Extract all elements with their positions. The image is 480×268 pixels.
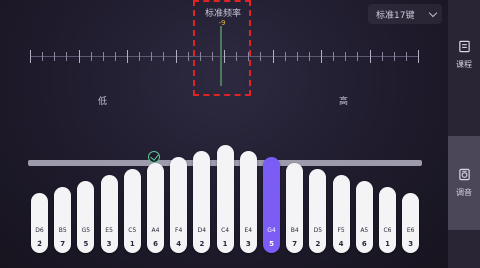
- key-solfa-label: 6: [361, 240, 367, 248]
- chevron-down-icon: [428, 8, 438, 17]
- key-solfa-label: 2: [315, 240, 321, 248]
- key-note-label: E5: [105, 227, 113, 234]
- key-note-label: C4: [221, 227, 230, 234]
- tuning-select-value: 标准17键: [376, 10, 415, 21]
- key-solfa-label: 3: [106, 240, 112, 248]
- key-note-label: E6: [406, 227, 415, 234]
- ruler-tick: [139, 52, 141, 61]
- course-label: 课程: [456, 60, 472, 69]
- key-solfa-label: 3: [245, 240, 251, 248]
- needle-highlight-box: [193, 0, 251, 96]
- kalimba-key-b4[interactable]: B4 7: [286, 163, 304, 253]
- ruler-tick: [54, 52, 56, 61]
- key-note-label: F5: [337, 227, 345, 234]
- tuned-check-icon: [148, 151, 160, 163]
- kalimba-key-g5[interactable]: G5 5: [77, 181, 95, 253]
- kalimba-key-c6[interactable]: C6 1: [379, 187, 396, 253]
- ruler-tick: [333, 52, 335, 61]
- ruler-tick: [308, 52, 310, 61]
- ruler-tick: [418, 50, 419, 63]
- kalimba-key-e6[interactable]: E6 3: [402, 193, 420, 253]
- key-solfa-label: 4: [176, 240, 182, 248]
- key-note-label: G4: [267, 227, 276, 234]
- ruler-tick: [66, 52, 68, 61]
- ruler-tick: [369, 50, 371, 63]
- key-note-label: B4: [290, 227, 299, 234]
- ruler-tick: [175, 50, 177, 63]
- book-icon: [458, 40, 470, 53]
- kalimba-key-c4[interactable]: C4 1: [216, 145, 234, 253]
- ruler-tick: [272, 50, 274, 63]
- high-label: 高: [339, 97, 349, 107]
- kalimba-key-f4[interactable]: F4 4: [170, 157, 188, 253]
- key-note-label: D5: [313, 227, 323, 234]
- ruler-tick: [163, 52, 165, 61]
- key-solfa-label: 7: [292, 240, 298, 248]
- kalimba-key-d4[interactable]: D4 2: [193, 151, 211, 253]
- sidebar: 课程 调音: [448, 0, 480, 268]
- key-note-label: A5: [360, 227, 369, 234]
- key-note-label: E4: [244, 227, 253, 234]
- key-note-label: F4: [175, 227, 183, 234]
- ruler-tick: [405, 52, 407, 61]
- key-note-label: D4: [197, 227, 207, 234]
- ruler-tick: [90, 52, 92, 61]
- tune-button[interactable]: 调音: [448, 136, 480, 230]
- key-note-label: C5: [128, 227, 137, 234]
- kalimba-key-b5[interactable]: B5 7: [54, 187, 72, 253]
- ruler-tick: [345, 52, 347, 61]
- tune-label: 调音: [456, 188, 472, 197]
- kalimba-key-g4[interactable]: G4 5: [263, 157, 280, 253]
- tuner-icon: [458, 168, 470, 181]
- kalimba-key-a4[interactable]: A4 6: [147, 163, 164, 253]
- ruler-tick: [393, 52, 395, 61]
- ruler-tick: [284, 52, 286, 61]
- tuning-select[interactable]: 标准17键: [368, 4, 442, 24]
- key-note-label: A4: [151, 227, 160, 234]
- course-button[interactable]: 课程: [448, 40, 480, 100]
- key-solfa-label: 7: [60, 240, 66, 248]
- ruler-tick: [30, 50, 31, 63]
- kalimba-key-d5[interactable]: D5 2: [309, 169, 327, 253]
- tuner-stage: 标准频率 -9 标准17键 低 高 D6 2̇ B5 7 G5 5 E5 3 C5 1 A4 6 F4 4…: [0, 0, 448, 268]
- key-solfa-label: 2: [199, 240, 205, 248]
- key-solfa-label: 4: [338, 240, 344, 248]
- ruler-tick: [127, 50, 128, 63]
- low-label: 低: [98, 97, 108, 107]
- kalimba-key-f5[interactable]: F5 4: [332, 175, 350, 253]
- ruler-tick: [78, 50, 80, 63]
- ruler-tick: [357, 52, 359, 61]
- kalimba-key-e5[interactable]: E5 3: [100, 175, 118, 253]
- ruler-tick: [187, 52, 189, 61]
- ruler-tick: [296, 52, 298, 61]
- ruler-tick: [102, 52, 104, 61]
- key-solfa-label: 1: [385, 240, 390, 248]
- kalimba-key-d6[interactable]: D6 2̇: [31, 193, 48, 253]
- ruler-tick: [151, 52, 153, 61]
- kalimba-key-a5[interactable]: A5 6: [355, 181, 373, 253]
- ruler-tick: [381, 52, 383, 61]
- key-solfa-label: 5: [83, 240, 89, 248]
- key-solfa-label: 5: [269, 240, 274, 248]
- ruler-tick: [321, 50, 322, 63]
- key-note-label: B5: [58, 227, 67, 234]
- key-note-label: C6: [383, 227, 392, 234]
- key-solfa-label: 2̇: [37, 240, 42, 248]
- ruler-tick: [260, 52, 262, 61]
- key-solfa-label: 6: [153, 240, 158, 248]
- key-note-label: D6: [35, 227, 44, 234]
- key-solfa-label: 1: [129, 240, 135, 248]
- ruler-tick: [42, 52, 44, 61]
- key-note-label: G5: [81, 227, 91, 234]
- ruler-tick: [114, 52, 116, 61]
- kalimba-key-c5[interactable]: C5 1: [123, 169, 141, 253]
- key-solfa-label: 1: [222, 240, 228, 248]
- key-solfa-label: 3: [408, 240, 414, 248]
- kalimba-key-e4[interactable]: E4 3: [239, 151, 257, 253]
